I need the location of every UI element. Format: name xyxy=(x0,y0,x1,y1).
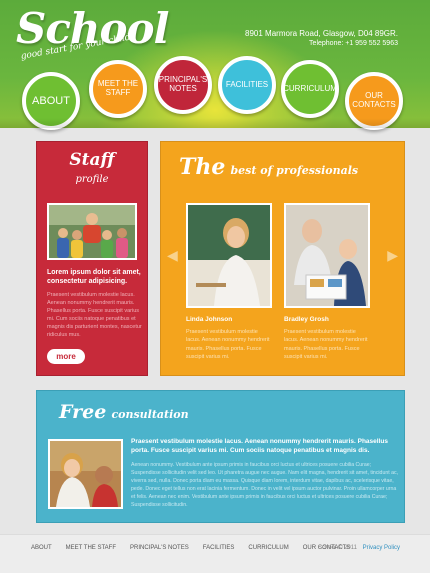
best-professionals-panel: The best of professionals ◀ ▶ Linda John… xyxy=(160,141,405,376)
copyright-text: School © 2011 xyxy=(317,545,357,551)
consult-body-text: Aenean nonummy. Vestibulum ante ipsum pr… xyxy=(131,462,399,509)
consult-title-big: Free xyxy=(59,401,107,423)
consult-photo xyxy=(48,439,123,509)
staff-photo xyxy=(47,203,137,260)
staff-subtitle: profile xyxy=(75,174,109,185)
footer-link-curriculum[interactable]: CURRICULUM xyxy=(248,545,288,551)
nav-our-contacts[interactable]: OUR CONTACTS xyxy=(345,72,403,130)
consult-lead-text: Praesent vestibulum molestie lacus. Aene… xyxy=(131,438,388,455)
main-nav: ABOUT MEET THE STAFF PRINCIPAL'S NOTES F… xyxy=(0,56,430,130)
professional-text: Praesent vestibulum molestie lacus. Aene… xyxy=(186,329,270,360)
best-title: The best of professionals xyxy=(179,154,358,180)
site-footer: ABOUT MEET THE STAFF PRINCIPAL'S NOTES F… xyxy=(0,534,430,573)
staff-profile-panel: Staff profile Lorem ipsum dolor sit amet… xyxy=(36,141,148,376)
staff-photo-illustration xyxy=(49,205,135,258)
nav-about[interactable]: ABOUT xyxy=(22,72,80,130)
professional-photo xyxy=(284,203,370,308)
professional-name[interactable]: Linda Johnson xyxy=(186,316,272,323)
nav-principals-notes[interactable]: PRINCIPAL'S NOTES xyxy=(154,56,212,114)
arrow-left-icon[interactable]: ◀ xyxy=(167,247,178,264)
best-title-rest: best of professionals xyxy=(230,164,359,177)
arrow-right-icon[interactable]: ▶ xyxy=(387,247,398,264)
nav-meet-the-staff[interactable]: MEET THE STAFF xyxy=(89,60,147,118)
footer-link-facilities[interactable]: FACILITIES xyxy=(203,545,235,551)
nav-facilities[interactable]: FACILITIES xyxy=(218,56,276,114)
nav-curriculum[interactable]: CURRICULUM xyxy=(281,60,339,118)
footer-copyright: School © 2011 Privacy Policy xyxy=(318,545,400,551)
consult-illustration xyxy=(50,441,121,507)
professional-card: Linda Johnson Praesent vestibulum molest… xyxy=(186,203,272,361)
consult-title-rest: consultation xyxy=(111,408,189,421)
professional-text: Praesent vestibulum molestie lacus. Aene… xyxy=(284,329,368,360)
privacy-policy-link[interactable]: Privacy Policy xyxy=(363,545,400,551)
best-title-big: The xyxy=(179,154,226,180)
staff-body-text: Praesent vestibulum molestie lacus. Aene… xyxy=(47,292,142,338)
site-header: School good start for your child 8901 Ma… xyxy=(0,0,430,130)
professional-photo xyxy=(186,203,272,308)
more-button[interactable]: more xyxy=(47,349,85,364)
header-phone: Telephone: +1 959 552 5963 xyxy=(309,40,398,47)
professional-name[interactable]: Bradley Grosh xyxy=(284,316,370,323)
footer-link-about[interactable]: ABOUT xyxy=(31,545,52,551)
professional-card: Bradley Grosh Praesent vestibulum molest… xyxy=(284,203,370,361)
free-consultation-panel: Free consultation Praesent vestibulum mo… xyxy=(36,390,405,523)
staff-lead-text: Lorem ipsum dolor sit amet, consectetur … xyxy=(47,269,141,286)
footer-link-meet-the-staff[interactable]: MEET THE STAFF xyxy=(66,545,116,551)
footer-nav: ABOUT MEET THE STAFF PRINCIPAL'S NOTES F… xyxy=(31,545,350,551)
consult-title: Free consultation xyxy=(59,401,189,423)
footer-link-principals-notes[interactable]: PRINCIPAL'S NOTES xyxy=(130,545,189,551)
teacher-illustration xyxy=(286,205,368,306)
teacher-illustration xyxy=(188,205,270,306)
staff-title: Staff xyxy=(69,150,115,170)
header-address: 8901 Marmora Road, Glasgow, D04 89GR. xyxy=(245,29,398,38)
